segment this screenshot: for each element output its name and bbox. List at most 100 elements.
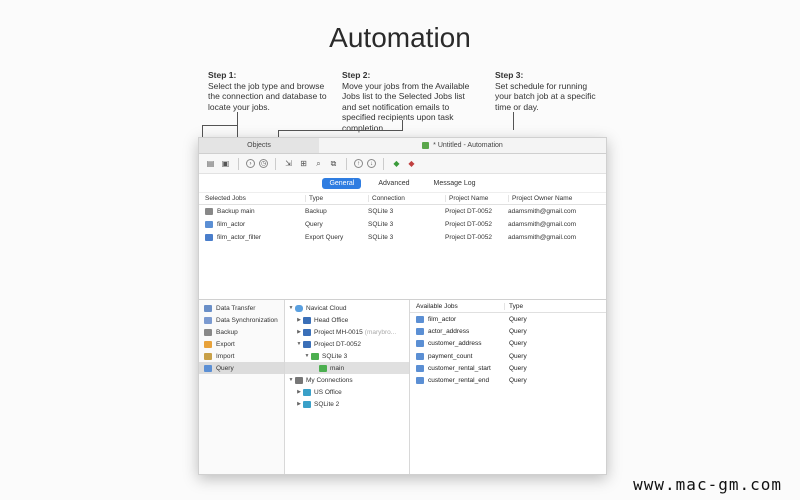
toolbar: ▤ ▣ › ◷ ⇲ ⊞ ⌕ ⧉ ↑ ↓ ◆ ◆ [199,154,606,174]
toolbar-separator [346,157,347,170]
available-job-type: Query [509,377,527,385]
remove-job-icon[interactable]: ⊞ [298,158,309,169]
job-name: film_actor [217,221,246,228]
available-job-name: actor_address [428,327,470,335]
bottom-panes: Data Transfer Data Synchronization Backu… [199,299,606,474]
step-2-title: Step 2: [342,70,371,80]
sqlite-icon [303,400,311,408]
tree-head-office[interactable]: ▶ Head Office [285,314,409,326]
tree-label: Head Office [314,316,349,324]
column-type[interactable]: Type [504,302,523,310]
job-type-backup[interactable]: Backup [199,326,284,338]
column-connection[interactable]: Connection [368,195,445,202]
table-row[interactable]: film_actor Query SQLite 3 Project DT-005… [199,218,606,231]
job-type-label: Export [216,340,235,348]
list-item[interactable]: customer_address Query [410,338,606,350]
query-icon [204,364,212,372]
step-2-connector-h [278,130,403,131]
column-selected-jobs[interactable]: Selected Jobs [205,195,305,202]
tree-label: My Connections [306,376,353,384]
column-type[interactable]: Type [305,195,368,202]
tree-sqlite-3[interactable]: ▼ SQLite 3 [285,350,409,362]
tree-label: Project DT-0052 [314,340,361,348]
job-type-import[interactable]: Import [199,350,284,362]
available-jobs-header: Available Jobs Type [410,300,606,313]
tab-general[interactable]: General [322,177,362,189]
save-icon[interactable]: ▣ [220,158,231,169]
backup-icon [204,328,212,336]
find-icon[interactable]: ⌕ [313,158,324,169]
job-owner: adamsmith@gmail.com [508,234,577,241]
watermark: www.mac-gm.com [633,475,782,494]
tree-sqlite-2[interactable]: ▶ SQLite 2 [285,398,409,410]
new-batch-job-icon[interactable]: ▤ [205,158,216,169]
chevron-right-icon[interactable]: ▶ [295,329,303,335]
chevron-down-icon[interactable]: ▼ [295,341,303,347]
tree-label: SQLite 2 [314,400,340,408]
subtabs: General Advanced Message Log [199,174,606,192]
available-job-name: film_actor [428,315,457,323]
table-row[interactable]: Backup main Backup SQLite 3 Project DT-0… [199,205,606,218]
project-owner: (marybro... [364,328,397,336]
project-icon [303,340,311,348]
job-owner: adamsmith@gmail.com [508,208,577,215]
connection-icon [303,388,311,396]
list-item[interactable]: customer_rental_end Query [410,374,606,386]
move-down-icon[interactable]: ↓ [367,159,376,168]
query-icon [416,327,424,335]
query-icon [416,352,424,360]
step-3-title: Step 3: [495,70,524,80]
tree-project-mh[interactable]: ▶ Project MH-0015 (marybro... [285,326,409,338]
tab-automation[interactable]: * Untitled - Automation [319,138,606,153]
job-type-data-synchronization[interactable]: Data Synchronization [199,314,284,326]
data-sync-icon [204,316,212,324]
tree-my-connections[interactable]: ▼ My Connections [285,374,409,386]
job-type-data-transfer[interactable]: Data Transfer [199,302,284,314]
job-type-list: Data Transfer Data Synchronization Backu… [199,300,285,474]
tree-label: US Office [314,388,342,396]
view-icon[interactable]: ⧉ [328,158,339,169]
set-task-schedule-icon[interactable]: ◆ [391,158,402,169]
list-item[interactable]: payment_count Query [410,350,606,362]
column-available-jobs[interactable]: Available Jobs [416,303,504,310]
chevron-right-icon[interactable]: ▶ [295,317,303,323]
column-project-name[interactable]: Project Name [445,195,508,202]
chevron-right-icon[interactable]: ▶ [295,401,303,407]
available-job-name: customer_rental_end [428,377,490,385]
chevron-down-icon[interactable]: ▼ [287,305,295,311]
toolbar-separator [275,157,276,170]
add-job-icon[interactable]: ⇲ [283,158,294,169]
job-type-export[interactable]: Export [199,338,284,350]
step-1-title: Step 1: [208,70,237,80]
tree-label: Navicat Cloud [306,304,347,312]
start-icon[interactable]: › [246,159,255,168]
list-item[interactable]: customer_rental_start Query [410,362,606,374]
tree-main[interactable]: main [285,362,409,374]
step-3-text: Set schedule for running your batch job … [495,80,596,112]
chevron-right-icon[interactable]: ▶ [295,389,303,395]
available-job-type: Query [509,315,527,323]
chevron-down-icon[interactable]: ▼ [287,377,295,383]
window-tabs: Objects * Untitled - Automation [199,138,606,154]
move-up-icon[interactable]: ↑ [354,159,363,168]
job-type-query[interactable]: Query [199,362,284,374]
tree-navicat-cloud[interactable]: ▼ Navicat Cloud [285,302,409,314]
chevron-down-icon[interactable]: ▼ [303,353,311,359]
table-row[interactable]: film_actor_filter Export Query SQLite 3 … [199,231,606,244]
tab-advanced[interactable]: Advanced [371,178,416,189]
list-item[interactable]: actor_address Query [410,325,606,337]
tab-message-log[interactable]: Message Log [427,178,483,189]
toolbar-separator [238,157,239,170]
column-project-owner[interactable]: Project Owner Name [508,195,606,202]
tree-project-dt[interactable]: ▼ Project DT-0052 [285,338,409,350]
available-job-name: customer_address [428,340,482,348]
backup-icon [205,208,213,215]
project-icon [303,316,311,324]
list-item[interactable]: film_actor Query [410,313,606,325]
delete-task-schedule-icon[interactable]: ◆ [406,158,417,169]
query-icon [205,221,213,228]
schedule-icon[interactable]: ◷ [259,159,268,168]
job-type-label: Query [216,364,234,372]
tree-us-office[interactable]: ▶ US Office [285,386,409,398]
tab-objects[interactable]: Objects [199,138,319,153]
